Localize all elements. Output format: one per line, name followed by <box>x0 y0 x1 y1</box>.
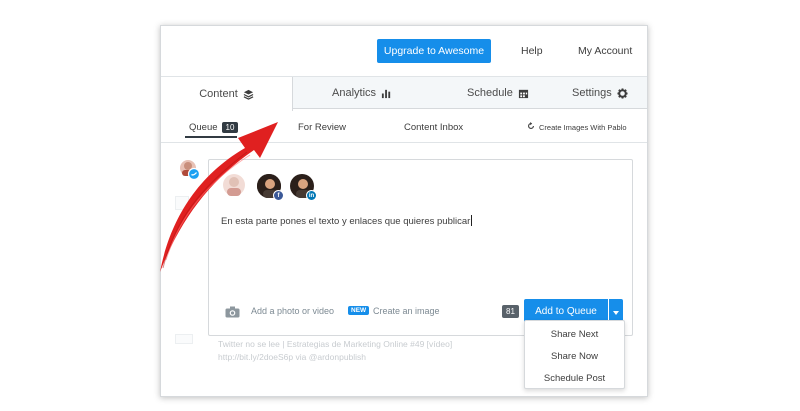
tab-analytics[interactable]: Analytics <box>332 77 392 109</box>
tab-settings[interactable]: Settings <box>572 77 628 109</box>
layers-icon <box>243 89 254 100</box>
background-post-line2: http://bit.ly/2doeS6p via @ardonpublish <box>218 352 367 362</box>
create-images-pablo-link[interactable]: Create Images With Pablo <box>527 122 627 132</box>
linkedin-account-avatar[interactable]: in <box>290 174 317 201</box>
help-link[interactable]: Help <box>521 45 543 57</box>
menu-item-share-next[interactable]: Share Next <box>525 329 624 340</box>
menu-item-schedule-post[interactable]: Schedule Post <box>525 373 624 384</box>
gear-icon <box>617 87 628 99</box>
faded-thumbnail <box>175 334 193 344</box>
subtab-for-review[interactable]: For Review <box>298 122 346 133</box>
character-count: 81 <box>502 305 519 318</box>
background-post-line1: Twitter no se lee | Estrategias de Marke… <box>218 339 453 349</box>
linkedin-icon: in <box>306 190 317 201</box>
tab-content-label: Content <box>199 88 238 100</box>
create-image-link[interactable]: Create an image <box>373 306 440 316</box>
caret-down-icon <box>613 302 619 320</box>
tab-analytics-label: Analytics <box>332 87 377 99</box>
add-photo-link[interactable]: Add a photo or video <box>251 306 334 316</box>
tab-settings-label: Settings <box>572 87 612 99</box>
text-caret <box>471 215 473 226</box>
refresh-icon <box>527 122 535 132</box>
bar-chart-icon <box>381 88 392 99</box>
camera-icon[interactable] <box>225 305 240 323</box>
pablo-label: Create Images With Pablo <box>539 122 627 132</box>
new-badge: NEW <box>348 306 370 315</box>
subtab-content-inbox[interactable]: Content Inbox <box>404 122 463 133</box>
tab-schedule[interactable]: Schedule <box>467 77 529 109</box>
upgrade-button[interactable]: Upgrade to Awesome <box>377 39 491 63</box>
red-annotation-arrow <box>160 122 278 272</box>
my-account-link[interactable]: My Account <box>578 45 632 57</box>
menu-item-share-now[interactable]: Share Now <box>525 351 624 362</box>
queue-options-menu: Share Next Share Now Schedule Post <box>524 320 625 389</box>
calendar-icon <box>518 88 529 99</box>
tab-schedule-label: Schedule <box>467 87 513 99</box>
